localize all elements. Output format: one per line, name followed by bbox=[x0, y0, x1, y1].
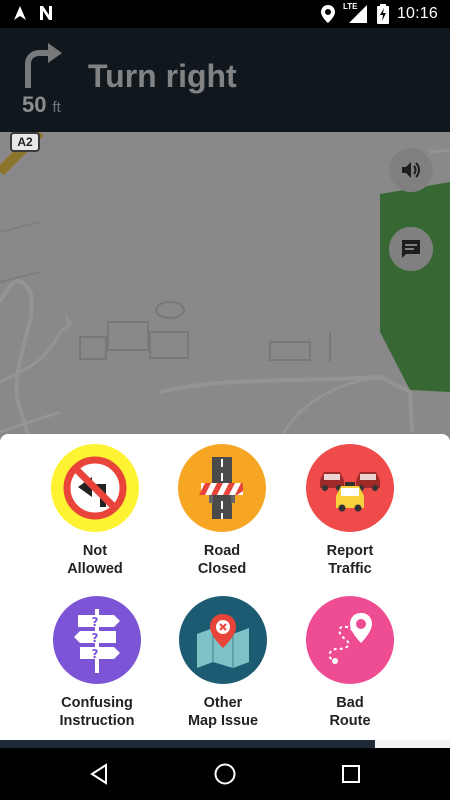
report-bad-route[interactable]: Bad Route bbox=[285, 596, 415, 746]
label-line: Not bbox=[82, 543, 108, 559]
confusing-instruction-badge: ? ? ? bbox=[53, 596, 141, 684]
report-confusing-instruction[interactable]: ? ? ? Confusing Instruction bbox=[32, 596, 162, 746]
label-line: Closed bbox=[197, 561, 247, 577]
label-line: Allowed bbox=[67, 561, 123, 577]
svg-text:?: ? bbox=[92, 615, 99, 629]
map-error-pin-icon bbox=[197, 614, 249, 668]
bad-route-badge bbox=[306, 596, 394, 684]
road-closed-badge bbox=[178, 444, 266, 532]
route-pin-icon bbox=[328, 613, 372, 664]
dim-overlay bbox=[389, 148, 433, 192]
tile-label: Bad Route bbox=[329, 694, 370, 730]
n-notification-icon bbox=[40, 6, 52, 20]
traffic-cars-icon bbox=[320, 472, 380, 512]
map-view[interactable] bbox=[0, 132, 450, 442]
home-circle-icon bbox=[214, 763, 236, 785]
label-line: Map Issue bbox=[187, 713, 259, 729]
not-allowed-badge bbox=[51, 444, 139, 532]
back-button[interactable] bbox=[87, 762, 111, 786]
report-other-map-issue[interactable]: Other Map Issue bbox=[158, 596, 288, 746]
label-line: Road bbox=[203, 543, 241, 559]
label-line: Bad bbox=[336, 695, 364, 711]
no-left-turn-icon bbox=[63, 456, 127, 520]
location-pin-icon bbox=[320, 5, 335, 23]
tile-label: Confusing Instruction bbox=[60, 694, 135, 730]
back-triangle-icon bbox=[90, 763, 107, 785]
clock: 10:16 bbox=[396, 5, 438, 22]
dim-overlay bbox=[0, 28, 450, 132]
road-barrier-icon bbox=[199, 457, 243, 519]
question-signpost-icon: ? ? ? bbox=[74, 609, 120, 673]
system-navigation-bar bbox=[0, 748, 450, 800]
bottom-strip-segment bbox=[375, 740, 450, 748]
svg-text:?: ? bbox=[92, 631, 99, 645]
report-not-allowed[interactable]: Not Allowed bbox=[30, 444, 160, 594]
label-line: Other bbox=[203, 695, 243, 711]
report-road-closed[interactable]: Road Closed bbox=[157, 444, 287, 594]
navigation-header: 50 ft Turn right bbox=[0, 28, 450, 132]
navigation-arrow-icon bbox=[14, 6, 26, 20]
report-traffic[interactable]: Report Traffic bbox=[285, 444, 415, 594]
dim-overlay bbox=[0, 132, 450, 442]
tile-label: Other Map Issue bbox=[188, 694, 258, 730]
road-badge: A2 bbox=[10, 132, 40, 152]
status-bar: LTE 10:16 bbox=[0, 0, 450, 28]
report-button[interactable] bbox=[389, 227, 433, 271]
volume-button[interactable] bbox=[389, 148, 433, 192]
report-sheet: Not Allowed Road Closed Report Traffic ?… bbox=[0, 434, 450, 740]
label-line: Route bbox=[329, 713, 371, 729]
svg-text:?: ? bbox=[92, 647, 99, 661]
label-line: Report bbox=[326, 543, 374, 559]
battery-charging-icon bbox=[376, 4, 389, 24]
tile-label: Not Allowed bbox=[67, 542, 123, 578]
tile-label: Report Traffic bbox=[327, 542, 374, 578]
label-line: Confusing bbox=[61, 695, 133, 711]
report-grid: Not Allowed Road Closed Report Traffic ?… bbox=[0, 434, 450, 740]
signal-icon: LTE bbox=[343, 2, 369, 24]
report-traffic-badge bbox=[306, 444, 394, 532]
recent-square-icon bbox=[342, 765, 360, 783]
dim-overlay bbox=[389, 227, 433, 271]
bottom-strip bbox=[0, 740, 450, 748]
recent-apps-button[interactable] bbox=[339, 762, 363, 786]
label-line: Instruction bbox=[59, 713, 135, 729]
other-map-issue-badge bbox=[179, 596, 267, 684]
tile-label: Road Closed bbox=[198, 542, 246, 578]
label-line: Traffic bbox=[328, 561, 372, 577]
home-button[interactable] bbox=[213, 762, 237, 786]
